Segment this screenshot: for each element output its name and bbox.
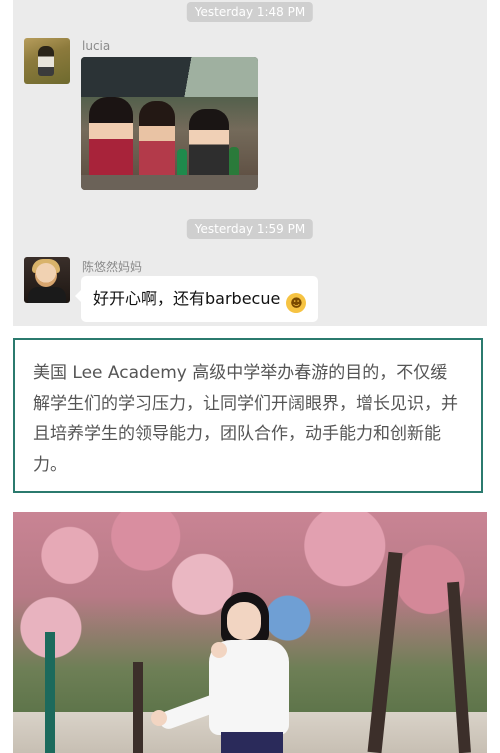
avatar[interactable] xyxy=(24,38,70,84)
spring-trip-photo xyxy=(13,512,487,753)
timestamp-label: Yesterday 1:48 PM xyxy=(186,2,314,22)
article-paragraph: 美国 Lee Academy 高级中学举办春游的目的，不仅缓解学生们的学习压力，… xyxy=(33,363,458,475)
article-quote-box: 美国 Lee Academy 高级中学举办春游的目的，不仅缓解学生们的学习压力，… xyxy=(13,338,483,493)
shared-photo[interactable] xyxy=(81,57,258,190)
sender-name: lucia xyxy=(82,39,111,53)
grinning-face-emoji-icon: ☻ xyxy=(286,293,307,313)
chat-screenshot: Yesterday 1:48 PM lucia Yesterday 1:59 P… xyxy=(13,0,487,326)
timestamp-label: Yesterday 1:59 PM xyxy=(186,219,314,239)
message-bubble[interactable]: 好开心啊，还有barbecue ☻ xyxy=(74,276,319,322)
avatar[interactable] xyxy=(24,257,70,303)
sender-name: 陈悠然妈妈 xyxy=(82,260,143,274)
message-text: 好开心啊，还有barbecue xyxy=(93,289,281,308)
